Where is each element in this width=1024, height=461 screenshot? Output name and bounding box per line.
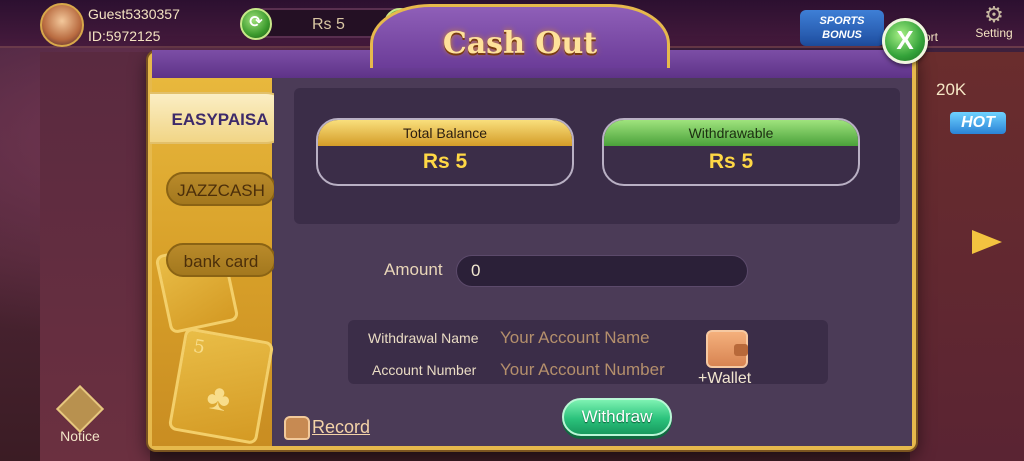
dialog-title: Cash Out [442, 26, 598, 61]
account-number-label: Account Number [372, 362, 477, 378]
jackpot-value: 20K [936, 80, 967, 99]
guest-id: ID:5972125 [88, 28, 161, 44]
amount-input[interactable]: 0 [456, 255, 748, 287]
withdrawal-name-input[interactable]: Your Account Name [500, 328, 650, 348]
withdrawable-value: Rs 5 [708, 150, 754, 173]
total-balance-value: Rs 5 [422, 150, 468, 173]
gift-icon [55, 384, 105, 434]
gear-icon: ⚙ [984, 2, 1004, 27]
refresh-icon[interactable]: ⟳ [240, 8, 272, 40]
setting-button[interactable]: ⚙ Setting [968, 4, 1020, 46]
wallet-clasp [734, 344, 748, 356]
withdraw-button[interactable]: Withdraw [562, 398, 672, 436]
hot-badge: HOT [950, 112, 1006, 134]
money-bag-icon [284, 416, 310, 440]
sports-bonus-button[interactable]: SPORTS BONUS [800, 10, 884, 46]
record-label[interactable]: Record [312, 417, 370, 438]
account-number-input[interactable]: Your Account Number [500, 360, 665, 380]
total-balance-card: Total Balance Rs 5 [316, 118, 574, 186]
card-decoration: 5 ♣ [167, 326, 275, 446]
total-balance-label: Total Balance [318, 120, 572, 146]
tab-bank-card[interactable]: bank card [166, 243, 276, 277]
club-icon: ♣ [203, 375, 235, 420]
lobby-balance-value: Rs 5 [312, 16, 345, 33]
avatar[interactable] [40, 3, 84, 47]
withdrawable-label: Withdrawable [604, 120, 858, 146]
card-number: 5 [191, 335, 207, 359]
add-wallet-button[interactable]: +Wallet [698, 370, 751, 388]
setting-label: Setting [975, 26, 1013, 40]
amount-label: Amount [384, 260, 443, 279]
withdrawable-card: Withdrawable Rs 5 [602, 118, 860, 186]
close-button[interactable]: X [882, 18, 928, 64]
guest-name: Guest5330357 [88, 6, 180, 22]
tab-jazzcash[interactable]: JAZZCASH [166, 172, 276, 206]
notice-button[interactable]: Notice [48, 384, 112, 444]
tab-easypaisa[interactable]: EASYPAISA [150, 92, 292, 144]
next-arrow-icon[interactable] [972, 230, 1002, 254]
wallet-icon[interactable] [706, 330, 748, 368]
withdrawal-name-label: Withdrawal Name [368, 330, 479, 346]
